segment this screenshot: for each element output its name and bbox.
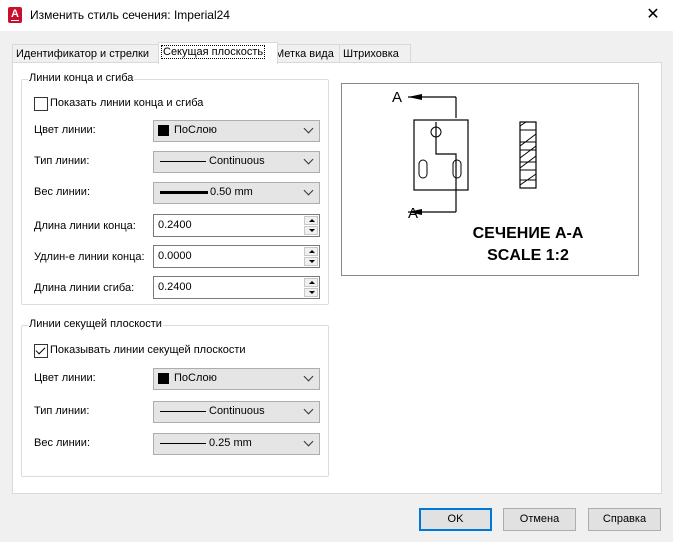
end-lines-group-title: Линии конца и сгиба <box>28 72 135 84</box>
end-line-extension-label: Удлин-е линии конца: <box>34 251 145 263</box>
cutting-line-color-label: Цвет линии: <box>34 372 96 384</box>
chevron-down-icon <box>303 372 315 384</box>
cutting-line-color-select[interactable]: ПоСлою <box>153 368 320 390</box>
end-line-weight-select[interactable]: 0.50 mm <box>153 182 320 204</box>
cutting-plane-group-title: Линии секущей плоскости <box>28 318 163 330</box>
close-icon[interactable]: ✕ <box>641 4 665 26</box>
show-cutting-plane-label: Показывать линии секущей плоскости <box>50 344 246 356</box>
linetype-sample <box>160 411 206 412</box>
lineweight-sample <box>160 191 208 194</box>
window-title: Изменить стиль сечения: Imperial24 <box>30 8 230 22</box>
end-line-length-spinner[interactable]: 0.2400 <box>153 214 320 237</box>
end-line-color-select[interactable]: ПоСлою <box>153 120 320 142</box>
help-button[interactable]: Справка <box>588 508 661 531</box>
cutting-line-weight-select[interactable]: 0.25 mm <box>153 433 320 455</box>
end-line-type-select[interactable]: Continuous <box>153 151 320 173</box>
end-line-color-label: Цвет линии: <box>34 124 96 136</box>
cutting-plane-group: Линии секущей плоскости Показывать линии… <box>21 318 329 477</box>
preview-area: A A СЕЧЕНИЕ А-А SCALE 1:2 <box>341 83 639 276</box>
lineweight-sample <box>160 443 206 444</box>
tab-hatch[interactable]: Штриховка <box>339 44 411 63</box>
end-line-type-label: Тип линии: <box>34 155 90 167</box>
end-line-weight-label: Вес линии: <box>34 186 90 198</box>
tab-identifier-arrows[interactable]: Идентификатор и стрелки <box>12 44 160 63</box>
chevron-down-icon <box>303 155 315 167</box>
chevron-down-icon <box>303 124 315 136</box>
scale-caption: SCALE 1:2 <box>487 247 569 264</box>
chevron-down-icon <box>303 405 315 417</box>
color-swatch <box>158 125 169 136</box>
linetype-sample <box>160 161 206 162</box>
bend-line-length-label: Длина линии сгиба: <box>34 282 135 294</box>
arrow-label-top: A <box>392 89 402 106</box>
spin-up-button[interactable] <box>304 247 318 256</box>
arrow-label-bottom: A <box>408 205 418 222</box>
end-line-extension-spinner[interactable]: 0.0000 <box>153 245 320 268</box>
spin-up-button[interactable] <box>304 278 318 287</box>
show-end-lines-label: Показать линии конца и сгиба <box>50 97 204 109</box>
show-cutting-plane-checkbox[interactable] <box>34 344 48 358</box>
section-preview-drawing: A A СЕЧЕНИЕ А-А SCALE 1:2 <box>392 89 584 264</box>
chevron-down-icon <box>303 186 315 198</box>
color-swatch <box>158 373 169 384</box>
spin-up-button[interactable] <box>304 216 318 225</box>
ok-button[interactable]: OK <box>419 508 492 531</box>
cancel-button[interactable]: Отмена <box>503 508 576 531</box>
tab-view-label[interactable]: Метка вида <box>271 44 345 63</box>
cutting-line-type-select[interactable]: Continuous <box>153 401 320 423</box>
bend-line-length-spinner[interactable]: 0.2400 <box>153 276 320 299</box>
chevron-down-icon <box>303 437 315 449</box>
cutting-line-weight-label: Вес линии: <box>34 437 90 449</box>
cutting-line-type-label: Тип линии: <box>34 405 90 417</box>
tab-cutting-plane[interactable]: Секущая плоскость <box>158 42 278 64</box>
show-end-lines-checkbox[interactable] <box>34 97 48 111</box>
spin-down-button[interactable] <box>304 288 318 297</box>
tab-panel: Линии конца и сгиба Показать линии конца… <box>12 62 662 494</box>
spin-down-button[interactable] <box>304 257 318 266</box>
section-caption: СЕЧЕНИЕ А-А <box>473 225 584 242</box>
autocad-app-icon: A <box>8 7 22 23</box>
title-bar: A Изменить стиль сечения: Imperial24 ✕ <box>0 0 673 31</box>
end-lines-group: Линии конца и сгиба Показать линии конца… <box>21 72 329 305</box>
spin-down-button[interactable] <box>304 226 318 235</box>
end-line-length-label: Длина линии конца: <box>34 220 136 232</box>
